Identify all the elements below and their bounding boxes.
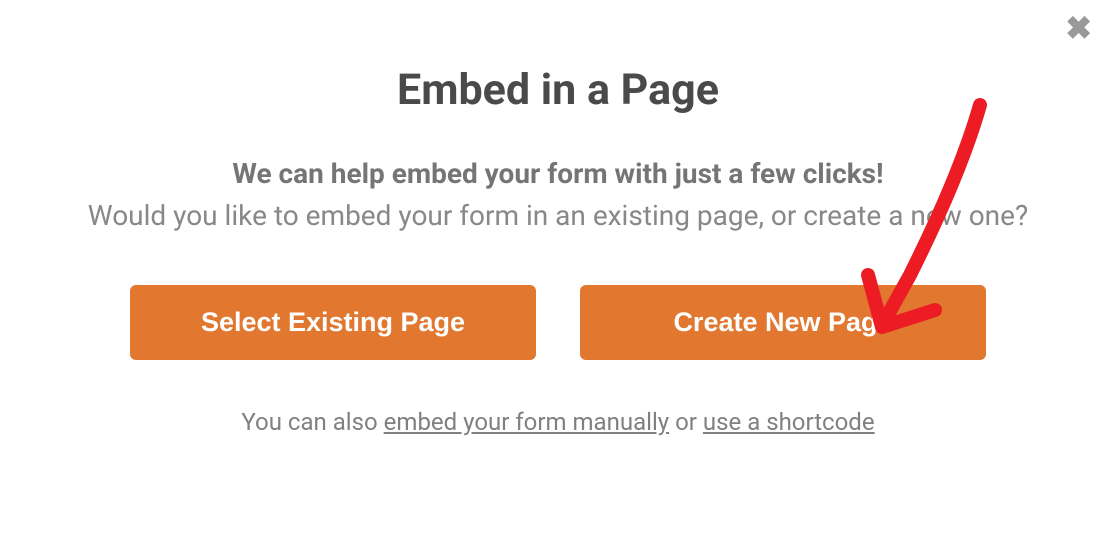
use-shortcode-link[interactable]: use a shortcode — [703, 408, 875, 436]
footer-text: You can also embed your form manually or… — [0, 408, 1116, 436]
button-row: Select Existing Page Create New Page — [0, 285, 1116, 360]
create-new-page-button[interactable]: Create New Page — [580, 285, 986, 360]
footer-middle: or — [669, 408, 703, 436]
modal-title: Embed in a Page — [0, 65, 1116, 115]
footer-prefix: You can also — [241, 408, 383, 436]
select-existing-page-button[interactable]: Select Existing Page — [130, 285, 536, 360]
embed-modal: ✖ Embed in a Page We can help embed your… — [0, 0, 1116, 557]
subtitle-bold: We can help embed your form with just a … — [60, 153, 1056, 195]
modal-subtitle: We can help embed your form with just a … — [0, 153, 1116, 237]
close-icon[interactable]: ✖ — [1065, 12, 1092, 44]
embed-manually-link[interactable]: embed your form manually — [384, 408, 669, 436]
subtitle-regular: Would you like to embed your form in an … — [60, 195, 1056, 237]
